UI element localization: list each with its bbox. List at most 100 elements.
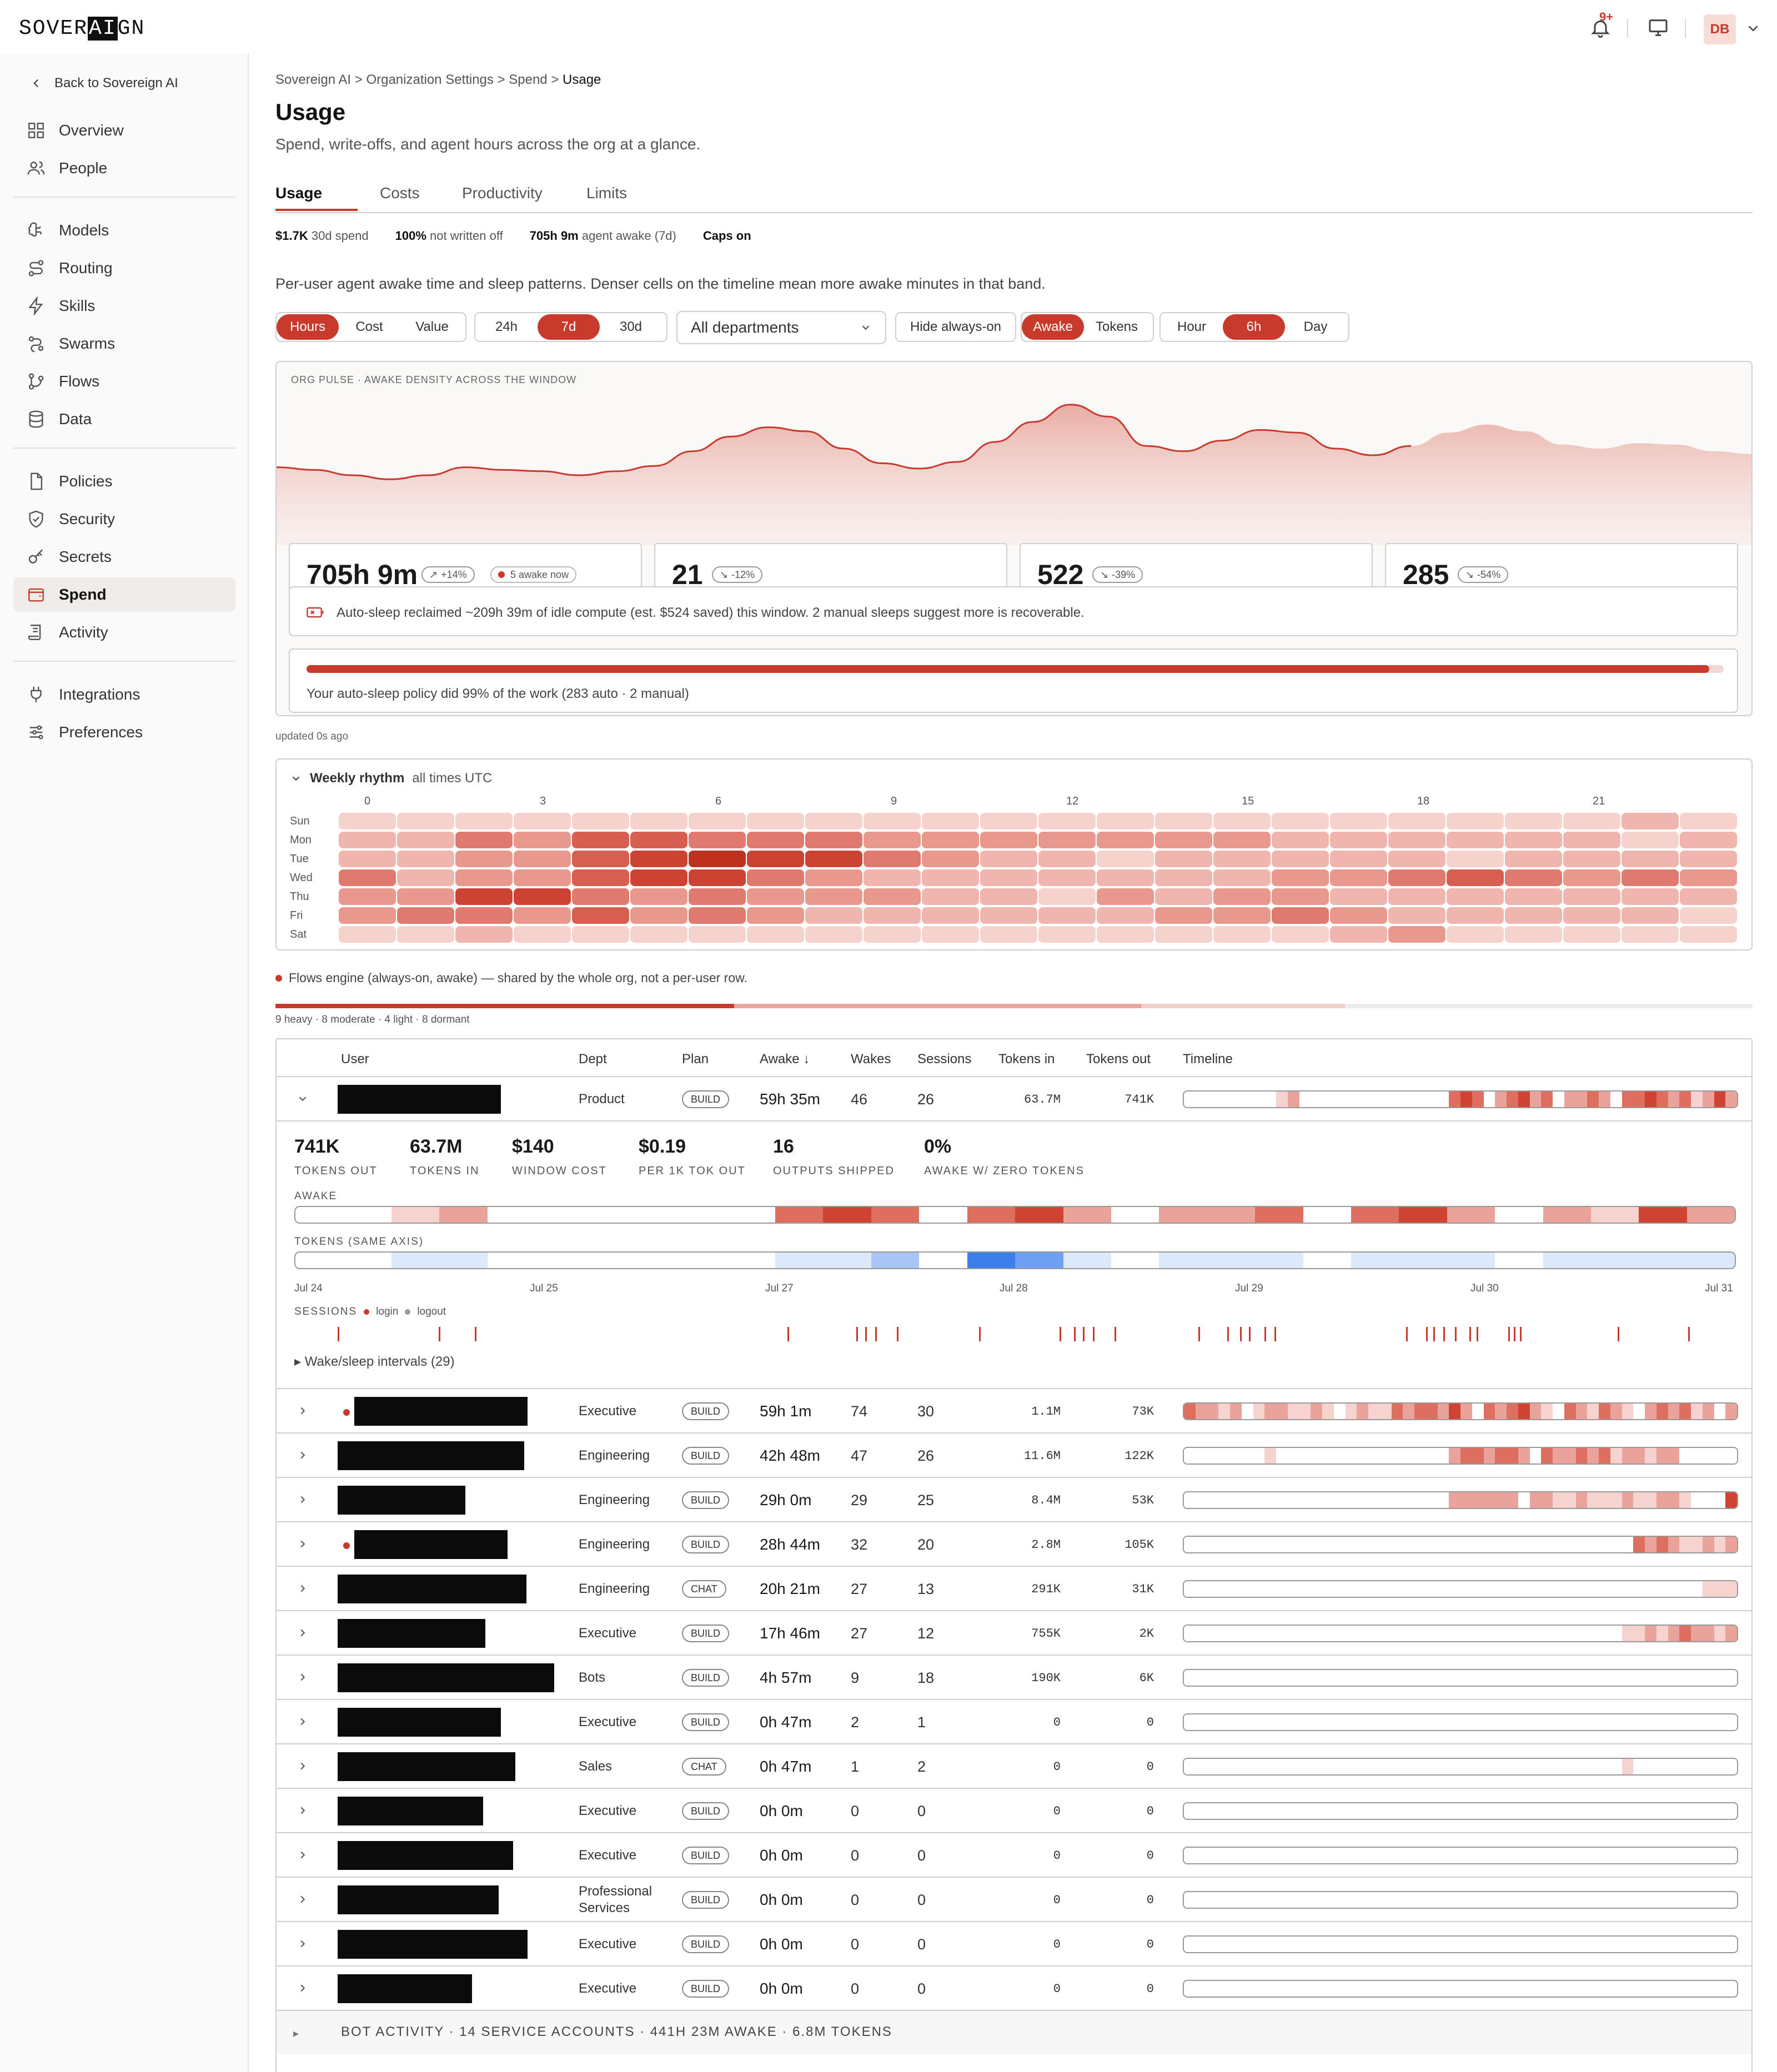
heatmap-cell[interactable] xyxy=(572,869,629,886)
heatmap-cell[interactable] xyxy=(747,907,804,924)
table-row[interactable]: Executive BUILD 0h 0m 0 0 0 0 xyxy=(277,1965,1751,2010)
awake-track[interactable] xyxy=(294,1206,1736,1224)
chevron-right-icon[interactable] xyxy=(297,1449,309,1461)
heatmap-cell[interactable] xyxy=(980,869,1037,886)
heatmap-cell[interactable] xyxy=(689,869,746,886)
heatmap-cell[interactable] xyxy=(864,813,921,829)
heatmap-cell[interactable] xyxy=(397,851,454,867)
user-timeline[interactable] xyxy=(1183,1090,1738,1108)
user-timeline[interactable] xyxy=(1183,1758,1738,1776)
tokens-track[interactable] xyxy=(294,1251,1736,1269)
heatmap-cell[interactable] xyxy=(630,869,687,886)
heatmap-cell[interactable] xyxy=(1155,907,1212,924)
heatmap-cell[interactable] xyxy=(1213,888,1271,905)
heatmap-cell[interactable] xyxy=(1680,869,1737,886)
chevron-right-icon[interactable] xyxy=(297,1582,309,1595)
heatmap-cell[interactable] xyxy=(1213,907,1271,924)
heatmap-cell[interactable] xyxy=(1213,926,1271,943)
table-row[interactable]: Bots BUILD 4h 57m 9 18 190K 6K xyxy=(277,1654,1751,1699)
user-timeline[interactable] xyxy=(1183,1625,1738,1642)
heatmap-cell[interactable] xyxy=(514,832,571,848)
chevron-right-icon[interactable] xyxy=(297,1627,309,1639)
heatmap-cell[interactable] xyxy=(689,813,746,829)
tab-limits[interactable]: Limits xyxy=(586,184,627,202)
heatmap-cell[interactable] xyxy=(339,907,396,924)
table-row[interactable]: Engineering BUILD 29h 0m 29 25 8.4M 53K xyxy=(277,1477,1751,1521)
sidebar-item-models[interactable]: Models xyxy=(13,213,235,248)
heatmap-cell[interactable] xyxy=(1563,813,1620,829)
table-row[interactable]: Professional Services BUILD 0h 0m 0 0 0 0 xyxy=(277,1877,1751,1921)
heatmap-cell[interactable] xyxy=(1447,888,1504,905)
user-timeline[interactable] xyxy=(1183,1847,1738,1864)
heatmap-cell[interactable] xyxy=(864,888,921,905)
user-timeline[interactable] xyxy=(1183,1447,1738,1465)
sidebar-item-spend[interactable]: Spend xyxy=(13,577,235,612)
column-header[interactable]: Timeline xyxy=(1183,1052,1233,1067)
heatmap-cell[interactable] xyxy=(1097,888,1154,905)
sidebar-item-flows[interactable]: Flows xyxy=(13,364,235,399)
heatmap-cell[interactable] xyxy=(747,832,804,848)
heatmap-cell[interactable] xyxy=(1563,907,1620,924)
heatmap-cell[interactable] xyxy=(922,832,979,848)
heatmap-cell[interactable] xyxy=(747,813,804,829)
heatmap-cell[interactable] xyxy=(1563,832,1620,848)
heatmap-cell[interactable] xyxy=(1563,926,1620,943)
heatmap-cell[interactable] xyxy=(805,888,862,905)
heatmap-cell[interactable] xyxy=(572,907,629,924)
heatmap-cell[interactable] xyxy=(514,926,571,943)
heatmap-cell[interactable] xyxy=(805,813,862,829)
heatmap-cell[interactable] xyxy=(572,888,629,905)
heatmap-cell[interactable] xyxy=(1155,832,1212,848)
heatmap-cell[interactable] xyxy=(572,832,629,848)
heatmap-cell[interactable] xyxy=(339,869,396,886)
heatmap-cell[interactable] xyxy=(922,926,979,943)
heatmap-cell[interactable] xyxy=(1038,926,1096,943)
sidebar-item-integrations[interactable]: Integrations xyxy=(13,677,235,712)
heatmap-cell[interactable] xyxy=(1505,813,1562,829)
user-timeline[interactable] xyxy=(1183,1802,1738,1820)
heatmap-cell[interactable] xyxy=(1622,851,1679,867)
heatmap-cell[interactable] xyxy=(1388,888,1445,905)
heatmap-cell[interactable] xyxy=(1388,832,1445,848)
heatmap-cell[interactable] xyxy=(1155,869,1212,886)
table-row[interactable]: Executive BUILD 0h 0m 0 0 0 0 xyxy=(277,1788,1751,1832)
sidebar-item-activity[interactable]: Activity xyxy=(13,615,235,650)
sidebar-item-people[interactable]: People xyxy=(13,151,235,185)
heatmap-cell[interactable] xyxy=(864,907,921,924)
heatmap-cell[interactable] xyxy=(1563,851,1620,867)
column-header[interactable]: User xyxy=(341,1052,369,1067)
heatmap-cell[interactable] xyxy=(1388,813,1445,829)
table-row[interactable]: Executive BUILD 17h 46m 27 12 755K 2K xyxy=(277,1610,1751,1654)
heatmap-cell[interactable] xyxy=(1447,851,1504,867)
heatmap-cell[interactable] xyxy=(1622,907,1679,924)
sidebar-item-routing[interactable]: Routing xyxy=(13,251,235,285)
chevron-right-icon[interactable] xyxy=(297,1849,309,1861)
table-row[interactable]: Executive BUILD 59h 1m 74 30 1.1M 73K xyxy=(277,1388,1751,1432)
user-timeline[interactable] xyxy=(1183,1580,1738,1598)
heatmap-cell[interactable] xyxy=(1038,813,1096,829)
table-row[interactable]: Engineering BUILD 28h 44m 32 20 2.8M 105K xyxy=(277,1521,1751,1566)
chevron-right-icon[interactable] xyxy=(297,1493,309,1506)
user-timeline[interactable] xyxy=(1183,1669,1738,1687)
tab-usage[interactable]: Usage xyxy=(275,184,322,202)
heatmap-cell[interactable] xyxy=(1097,926,1154,943)
chevron-right-icon[interactable] xyxy=(297,1804,309,1817)
monitor-icon[interactable] xyxy=(1647,17,1669,39)
heatmap-cell[interactable] xyxy=(1097,907,1154,924)
heatmap-cell[interactable] xyxy=(339,851,396,867)
heatmap-cell[interactable] xyxy=(1622,926,1679,943)
heatmap-cell[interactable] xyxy=(397,813,454,829)
heatmap-cell[interactable] xyxy=(1447,869,1504,886)
heatmap-cell[interactable] xyxy=(747,851,804,867)
chevron-right-icon[interactable] xyxy=(297,1671,309,1683)
heatmap-cell[interactable] xyxy=(514,907,571,924)
user-timeline[interactable] xyxy=(1183,1536,1738,1553)
heatmap-cell[interactable] xyxy=(455,888,513,905)
heatmap-cell[interactable] xyxy=(1272,813,1329,829)
column-header[interactable]: Awake ↓ xyxy=(760,1052,810,1067)
heatmap-cell[interactable] xyxy=(1505,926,1562,943)
column-header[interactable]: Sessions xyxy=(917,1052,971,1067)
heatmap-cell[interactable] xyxy=(630,926,687,943)
metric-option-cost[interactable]: Cost xyxy=(339,314,400,340)
bucket-option-hour[interactable]: Hour xyxy=(1161,314,1223,340)
